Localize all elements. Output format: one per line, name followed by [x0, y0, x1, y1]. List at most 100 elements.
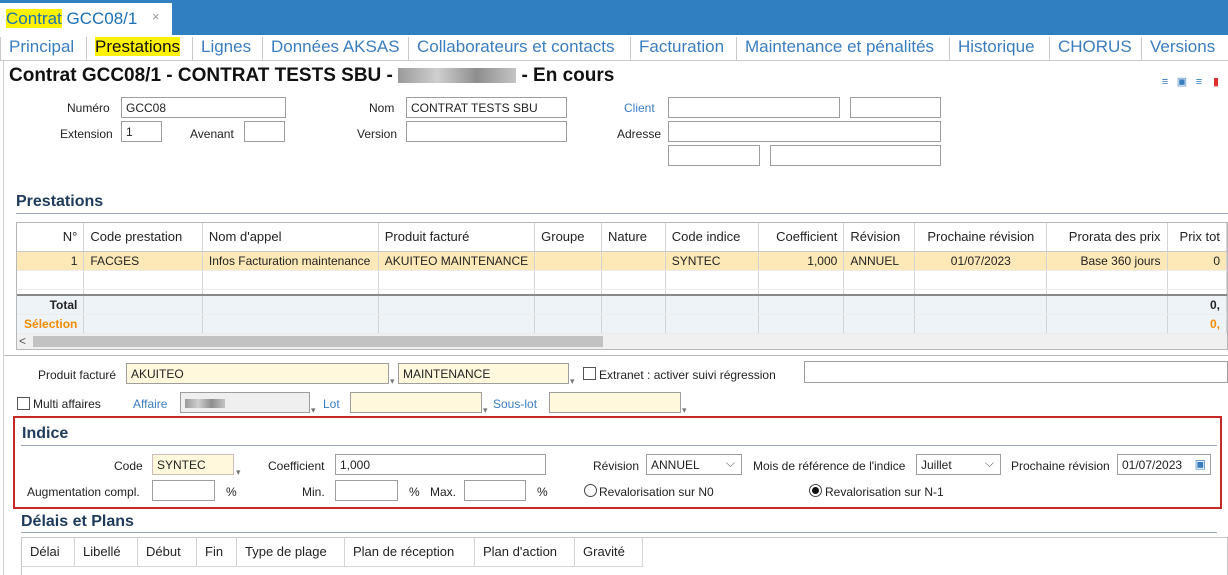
scroll-thumb[interactable]	[33, 336, 603, 347]
save-icon[interactable]: ▣	[1176, 76, 1188, 88]
close-icon[interactable]: ×	[152, 9, 160, 24]
delete-icon[interactable]: ▮	[1210, 76, 1222, 88]
add-list-icon[interactable]: ≡	[1159, 76, 1171, 88]
tab-chorus[interactable]: CHORUS	[1050, 37, 1142, 61]
nom-label: Nom	[369, 101, 395, 115]
revision-label: Révision	[593, 459, 640, 473]
tab-versions[interactable]: Versions	[1142, 37, 1228, 61]
col-header[interactable]: Type de plage	[237, 538, 345, 567]
table-row[interactable]: 1 FACGES Infos Facturation maintenance A…	[17, 251, 1227, 271]
lot-field[interactable]	[350, 392, 482, 413]
col-header[interactable]: Code indice	[665, 223, 760, 252]
multi-affaires-checkbox[interactable]	[17, 397, 30, 410]
sous-lot-field[interactable]	[549, 392, 681, 413]
client-code-field[interactable]	[850, 97, 941, 118]
check-list-icon[interactable]: ≡	[1193, 76, 1205, 88]
adresse-label: Adresse	[617, 127, 662, 141]
nom-field[interactable]: CONTRAT TESTS SBU	[406, 97, 567, 118]
dropdown-icon[interactable]: ▾	[483, 405, 488, 416]
selection-value: 0,	[1167, 314, 1227, 334]
revision-select[interactable]: ANNUEL	[646, 454, 742, 475]
tab-maintenance[interactable]: Maintenance et pénalités	[737, 37, 950, 61]
code-label: Code	[114, 459, 143, 473]
col-header[interactable]: Début	[138, 538, 197, 567]
document-tab[interactable]: Contrat GCC08/1 ×	[0, 3, 172, 35]
cell: Infos Facturation maintenance	[202, 251, 379, 271]
augmentation-label: Augmentation compl.	[27, 485, 140, 499]
calendar-icon[interactable]: ▣	[1195, 457, 1206, 471]
dropdown-icon[interactable]: ▾	[682, 405, 687, 416]
cell: 01/07/2023	[914, 251, 1048, 271]
avenant-field[interactable]	[244, 121, 285, 142]
version-label: Version	[357, 127, 398, 141]
col-header[interactable]: Produit facturé	[378, 223, 536, 252]
tab-historique[interactable]: Historique	[950, 37, 1050, 61]
empty-row[interactable]	[17, 270, 1227, 290]
numero-field[interactable]: GCC08	[121, 97, 286, 118]
selection-label: Sélection	[17, 314, 85, 334]
affaire-field[interactable]	[180, 392, 310, 413]
tab-prestations[interactable]: Prestations	[87, 37, 193, 61]
col-header[interactable]: Fin	[197, 538, 237, 567]
col-header[interactable]: Code prestation	[83, 223, 203, 252]
cell: 1	[17, 251, 85, 271]
col-header[interactable]: Nom d'appel	[202, 223, 379, 252]
extension-field[interactable]: 1	[121, 121, 162, 142]
col-header[interactable]: Prix tot	[1167, 223, 1227, 252]
col-header[interactable]: Nature	[601, 223, 666, 252]
percent-label: %	[409, 485, 420, 499]
city-field[interactable]	[770, 145, 941, 166]
version-field[interactable]	[406, 121, 567, 142]
mois-select[interactable]: Juillet	[916, 454, 1001, 475]
adresse-field[interactable]	[668, 121, 941, 142]
tab-lignes[interactable]: Lignes	[193, 37, 263, 61]
dropdown-icon[interactable]: ▾	[390, 376, 395, 387]
extension-label: Extension	[60, 127, 113, 141]
tab-donnees-aksas[interactable]: Données AKSAS	[263, 37, 409, 61]
reval-n0-radio[interactable]	[584, 484, 597, 497]
delais-grid: Délai Libellé Début Fin Type de plage Pl…	[21, 537, 1228, 575]
mois-label: Mois de référence de l'indice	[753, 459, 906, 473]
min-field[interactable]	[335, 480, 398, 501]
prestations-title: Prestations	[16, 193, 104, 210]
col-header[interactable]: Plan d'action	[475, 538, 575, 567]
col-header[interactable]: Prorata des prix	[1046, 223, 1168, 252]
col-header[interactable]: Plan de réception	[345, 538, 475, 567]
reval-n0-label: Revalorisation sur N0	[599, 485, 714, 499]
dropdown-icon[interactable]: ▾	[570, 376, 575, 387]
lot-link[interactable]: Lot	[323, 397, 340, 411]
affaire-link[interactable]: Affaire	[133, 397, 167, 411]
tab-principal[interactable]: Principal	[0, 37, 87, 61]
augmentation-field[interactable]	[152, 480, 215, 501]
prochaine-revision-field[interactable]: 01/07/2023 ▣	[1117, 454, 1211, 475]
cell	[601, 251, 666, 271]
col-header[interactable]: Libellé	[75, 538, 138, 567]
produit-field[interactable]: AKUITEO	[126, 363, 389, 384]
reval-n1-radio[interactable]	[809, 484, 822, 497]
code-field[interactable]: SYNTEC	[152, 454, 234, 475]
dropdown-icon[interactable]: ▾	[311, 405, 316, 416]
extranet-checkbox[interactable]	[583, 367, 596, 380]
tab-facturation[interactable]: Facturation	[631, 37, 737, 61]
max-field[interactable]	[464, 480, 526, 501]
client-field[interactable]	[668, 97, 840, 118]
col-header[interactable]: N°	[17, 223, 85, 252]
avenant-label: Avenant	[190, 127, 234, 141]
redacted-affaire	[185, 399, 225, 409]
sous-lot-link[interactable]: Sous-lot	[493, 397, 537, 411]
col-header[interactable]: Prochaine révision	[914, 223, 1048, 252]
col-header[interactable]: Groupe	[534, 223, 602, 252]
col-header[interactable]: Coefficient	[758, 223, 845, 252]
dropdown-icon[interactable]: ▾	[236, 467, 241, 478]
scroll-left-icon[interactable]: <	[19, 334, 26, 348]
postal-code-field[interactable]	[668, 145, 760, 166]
horizontal-scrollbar[interactable]: <	[17, 334, 1227, 349]
coefficient-field[interactable]: 1,000	[335, 454, 546, 475]
col-header[interactable]: Gravité	[575, 538, 643, 567]
col-header[interactable]: Révision	[843, 223, 916, 252]
col-header[interactable]: Délai	[22, 538, 75, 567]
produit-variant-field[interactable]: MAINTENANCE	[398, 363, 569, 384]
client-link[interactable]: Client	[624, 101, 655, 115]
tab-collaborateurs[interactable]: Collaborateurs et contacts	[409, 37, 631, 61]
extranet-field[interactable]	[804, 361, 1228, 383]
